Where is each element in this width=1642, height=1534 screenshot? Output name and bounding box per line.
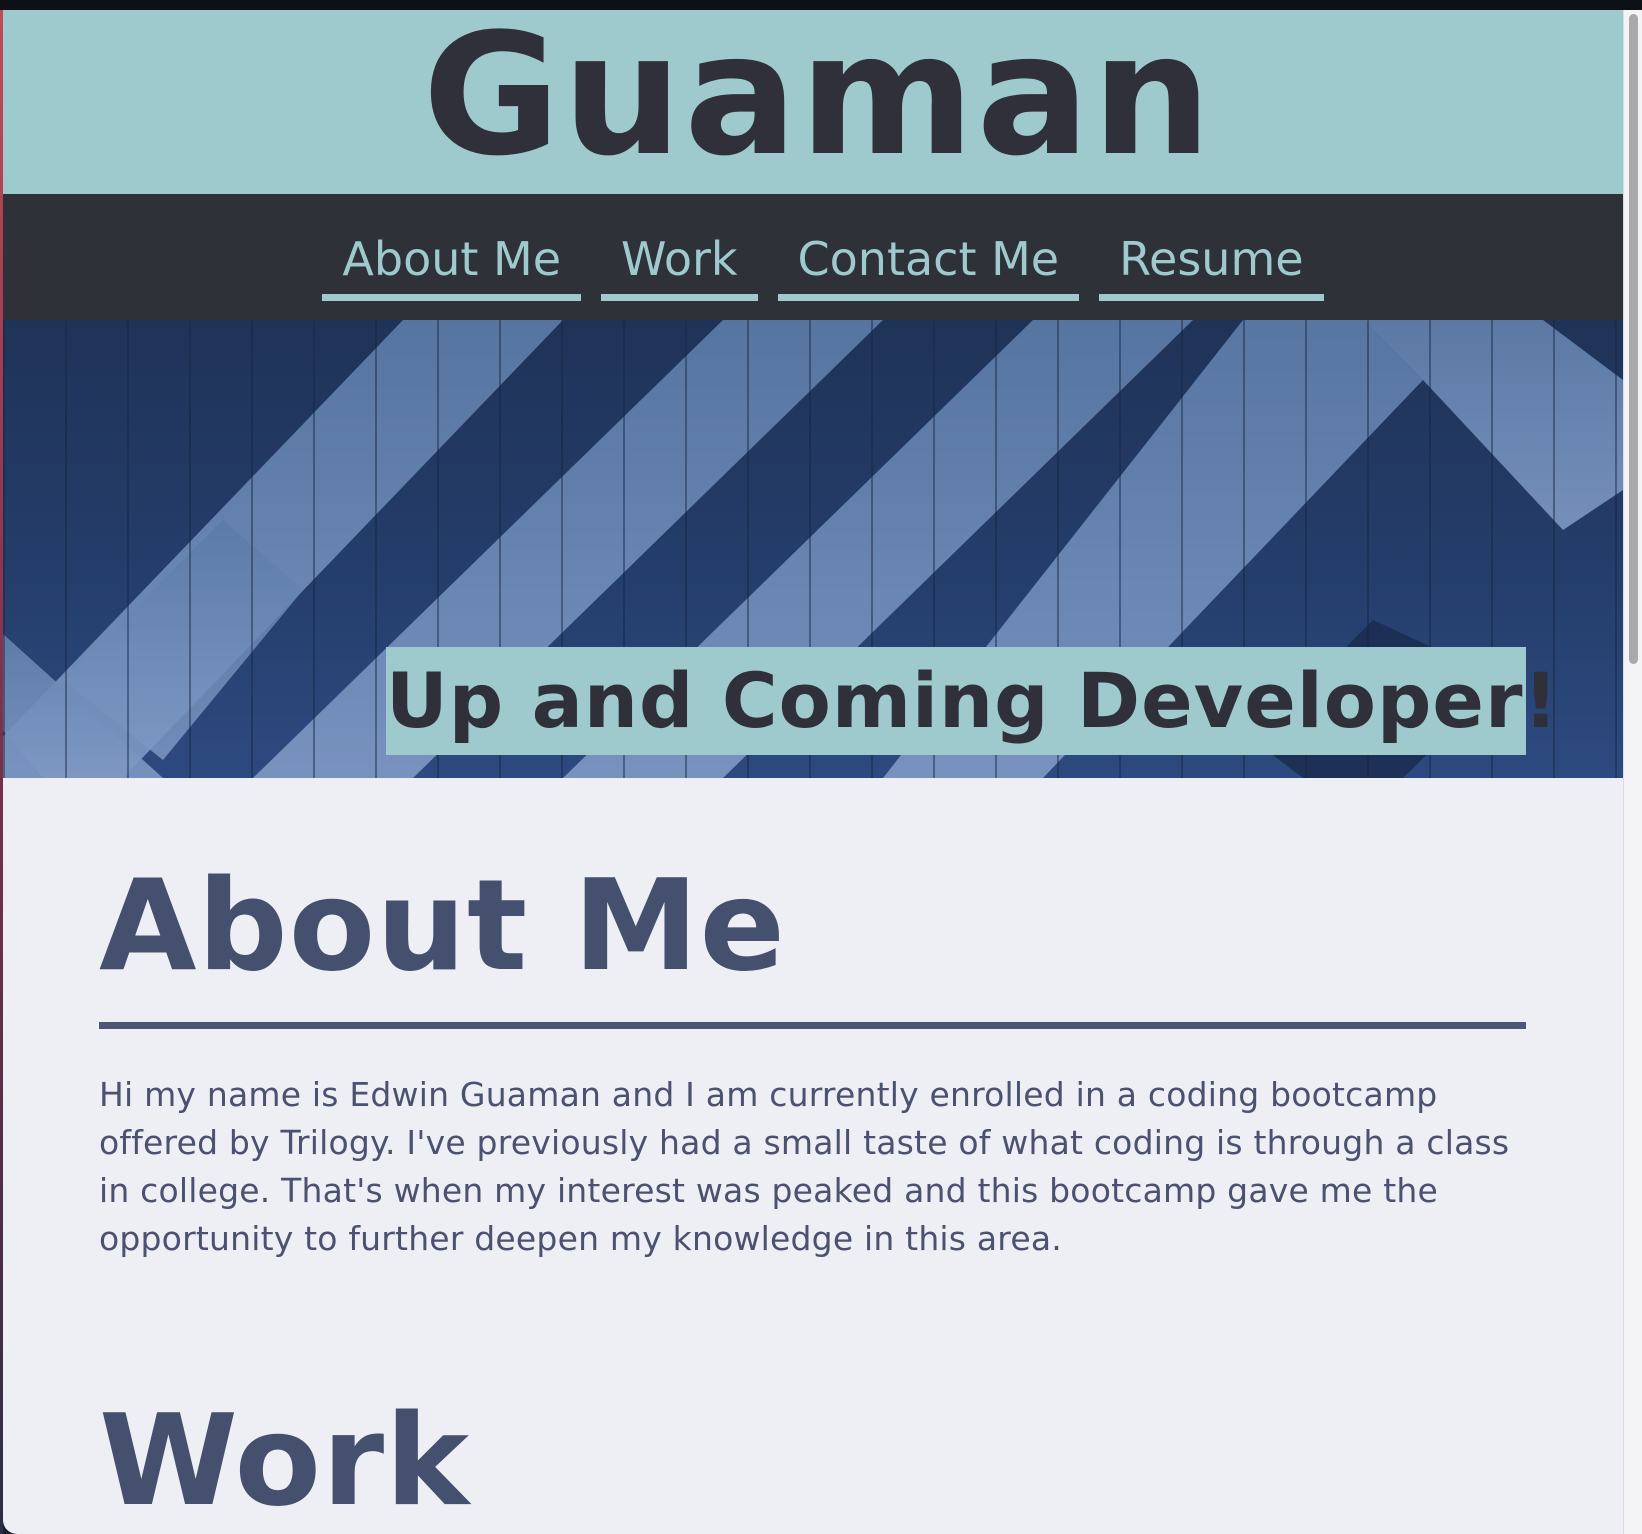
browser-window: Guaman About Me Work Contact Me Resume U… [0,0,1642,1534]
site-title: Guaman [422,10,1214,193]
about-paragraph: Hi my name is Edwin Guaman and I am curr… [99,1075,1510,1258]
about-section: About Me Hi my name is Edwin Guaman and … [99,856,1527,1263]
page-viewport: Guaman About Me Work Contact Me Resume U… [3,10,1623,1534]
main-content: About Me Hi my name is Edwin Guaman and … [3,856,1623,1534]
site-header: Guaman [3,10,1623,194]
work-section: Work [99,1391,1527,1534]
scrollbar-thumb[interactable] [1629,14,1638,664]
hero-banner: Up and Coming Developer! [3,320,1623,778]
about-heading: About Me [99,852,786,999]
main-navigation: About Me Work Contact Me Resume [3,194,1623,320]
about-divider [99,1022,1526,1029]
hero-tagline: Up and Coming Developer! [386,647,1558,755]
work-heading: Work [99,1387,470,1534]
nav-link-work[interactable]: Work [601,234,758,301]
window-top-strip [0,0,1642,10]
nav-link-about-me[interactable]: About Me [322,234,582,301]
vertical-scrollbar[interactable] [1623,10,1642,1534]
nav-link-contact-me[interactable]: Contact Me [777,234,1080,301]
nav-link-resume[interactable]: Resume [1099,234,1324,301]
